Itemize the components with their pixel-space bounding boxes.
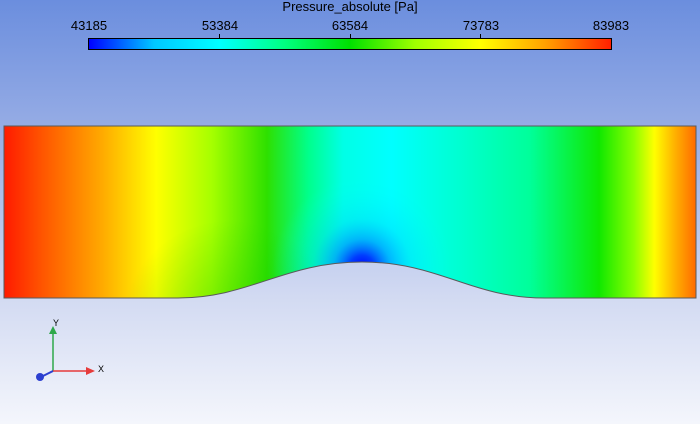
triad-y-label: Y <box>53 318 60 328</box>
pressure-contour-plot <box>3 125 697 381</box>
triad-x-label: X <box>98 364 105 374</box>
graphics-viewport[interactable]: Pressure_absolute [Pa] 43185 53384 63584… <box>0 0 700 424</box>
z-axis-arrow-icon <box>36 373 44 381</box>
x-axis-arrow-icon <box>86 367 95 375</box>
axis-triad <box>36 326 95 381</box>
